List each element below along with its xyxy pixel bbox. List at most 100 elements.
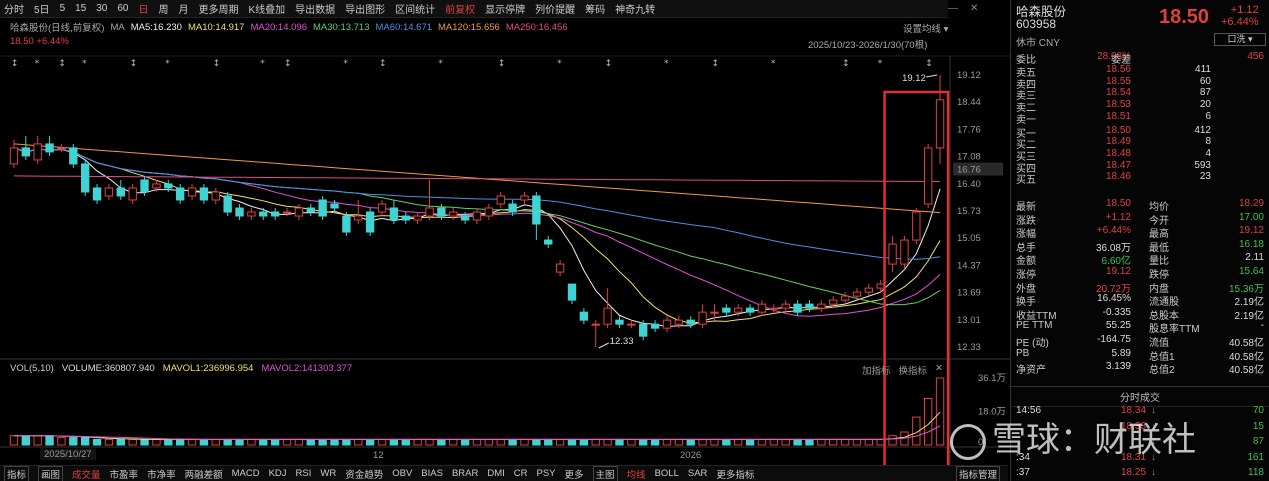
candle-body <box>57 147 66 150</box>
volume-bar <box>840 438 850 446</box>
indicator-tab[interactable]: RSI <box>296 468 312 479</box>
candle-body <box>187 187 197 197</box>
indicator-tab[interactable]: CR <box>514 468 528 479</box>
stat-row: 金额 6.60亿 量比 2.11 <box>1016 252 1266 267</box>
volume-bar <box>710 438 719 446</box>
toolbar-item[interactable]: 日 <box>139 1 149 16</box>
indicator-tab[interactable]: WR <box>320 468 336 479</box>
toolbar-item[interactable]: 周 <box>159 1 169 16</box>
event-marker: ↕ <box>925 59 933 69</box>
indicator-tab[interactable]: DMI <box>487 468 504 479</box>
toolbar-item[interactable]: 30 <box>96 3 107 14</box>
volume-bar <box>650 438 660 446</box>
bid-row: 买四 18.47 593 <box>1016 160 1266 175</box>
indicator-tab[interactable]: 资金趋势 <box>345 467 383 481</box>
candle-body <box>829 299 838 305</box>
volume-bar <box>104 438 114 446</box>
toolbar-item[interactable]: 5日 <box>34 1 50 16</box>
event-marker: * <box>82 59 87 69</box>
ask-price: 18.56 <box>1105 64 1131 75</box>
indicator-tab[interactable]: 主图 <box>592 465 618 481</box>
volume-bar <box>639 438 648 446</box>
close-icon[interactable]: ✕ <box>970 3 978 14</box>
toolbar-item[interactable]: 5 <box>60 3 66 14</box>
toolbar-item[interactable]: 显示停牌 <box>485 1 525 16</box>
indicator-tab[interactable]: SAR <box>688 468 708 479</box>
indicator-tab[interactable]: KDJ <box>269 468 287 479</box>
volume-bar <box>9 435 19 446</box>
candle-body <box>175 187 185 201</box>
volume-bar <box>888 435 897 446</box>
indicator-tab[interactable]: OBV <box>392 468 412 479</box>
volume-bar <box>69 437 78 446</box>
close-indicator-icon[interactable]: ✕ <box>935 363 943 377</box>
candle-body <box>92 187 102 201</box>
watchlist-button[interactable]: 口洗 ▾ <box>1214 33 1266 46</box>
stat-label: 总值2 <box>1149 365 1175 377</box>
ticks-header[interactable]: 分时成交 <box>1011 386 1269 407</box>
period-toolbar: 分时 5日 5 15 30 60 日周月更多周期 K线叠加 导出数据 导出图形 区间统计 前复权 显示停… <box>0 0 948 18</box>
indicator-tab[interactable]: 画图 <box>38 465 64 481</box>
toolbar-item[interactable]: 前复权 <box>445 1 475 16</box>
candle-body <box>247 211 256 217</box>
bid-volume: 8 <box>1205 136 1211 148</box>
ask-price: 18.54 <box>1105 87 1131 99</box>
candle-body <box>306 207 315 213</box>
toolbar-item[interactable]: 导出图形 <box>345 1 385 16</box>
candle-body <box>674 319 684 325</box>
indicator-tab[interactable]: BOLL <box>655 468 679 479</box>
indicator-tab[interactable]: BIAS <box>421 468 443 479</box>
indicator-tab[interactable]: 指标 <box>4 465 30 481</box>
ma5-line <box>13 147 941 328</box>
change-indicator-button[interactable]: 换指标 <box>899 363 928 377</box>
candle-body <box>377 203 387 213</box>
toolbar-item[interactable]: 导出数据 <box>295 1 335 16</box>
candle-body <box>437 207 446 217</box>
indicator-tab[interactable]: BRAR <box>452 468 478 479</box>
watermark-text: 雪球：财联社 <box>992 420 1196 460</box>
indicator-tab[interactable]: PSY <box>537 468 556 479</box>
stat-row: 外盘 20.72万 内盘 15.36万 <box>1016 280 1266 295</box>
ma250-value: MA250:16.456 <box>505 21 568 33</box>
toolbar-item[interactable]: 分时 <box>4 1 24 16</box>
kline-chart[interactable]: 19.12 18.44 17.76 17.08 16.76 16.40 15.73 15.05… <box>0 0 1010 465</box>
indicator-tab[interactable]: 市盈率 <box>110 467 139 481</box>
event-marker: ↕ <box>842 59 850 69</box>
price-axis-label: 12.33 <box>957 342 981 353</box>
toolbar-item[interactable]: 筹码 <box>585 1 605 16</box>
ask-row: 卖三 18.54 87 <box>1016 87 1266 102</box>
candle-body <box>484 207 494 217</box>
indicator-tab[interactable]: 成交量 <box>72 467 101 481</box>
stat-row: 收益TTM -0.335 总股本 2.19亿 <box>1016 307 1266 322</box>
ask-volume: 6 <box>1205 110 1211 122</box>
toolbar-item[interactable]: 15 <box>75 3 86 14</box>
candle-body <box>45 143 54 153</box>
candle-body <box>888 243 897 265</box>
toolbar-item[interactable]: K线叠加 <box>249 1 286 16</box>
indicator-tab[interactable]: 市净率 <box>147 467 176 481</box>
indicator-tab[interactable]: 两融差额 <box>185 467 223 481</box>
ma60-value: MA60:14.671 <box>375 21 433 33</box>
ma30-line <box>13 147 941 306</box>
candle-body <box>840 295 850 301</box>
ma-label[interactable]: MA <box>110 22 124 33</box>
high-annotation: 19.12 <box>902 73 926 84</box>
toolbar-item[interactable]: 区间统计 <box>395 1 435 16</box>
indicator-tab[interactable]: 更多 <box>565 467 584 481</box>
volume-bar <box>520 438 529 446</box>
indicator-tab[interactable]: 均线 <box>627 467 646 481</box>
toolbar-item[interactable]: 月 <box>179 1 189 16</box>
toolbar-item[interactable]: 更多周期 <box>199 1 239 16</box>
toolbar-item[interactable]: 列价提醒 <box>535 1 575 16</box>
ma-settings-button[interactable]: 设置均线 ▾ <box>903 21 948 35</box>
price-change-line: 18.50 +6.44% <box>10 36 69 47</box>
toolbar-item[interactable]: 神奇九转 <box>615 1 655 16</box>
add-indicator-button[interactable]: 加指标 <box>862 363 891 377</box>
indicator-tab[interactable]: MACD <box>232 468 260 479</box>
indicator-tab[interactable]: 更多指标 <box>716 467 754 481</box>
indicator-tab[interactable]: 指标管理 <box>956 465 1001 481</box>
toolbar-item[interactable]: 60 <box>117 3 128 14</box>
candle-body <box>223 195 232 213</box>
ma-legend: 哈森股份(日线,前复权) MA MA5:16.230 MA10:14.917 M… <box>0 20 948 35</box>
minimize-icon[interactable]: — <box>948 3 958 14</box>
